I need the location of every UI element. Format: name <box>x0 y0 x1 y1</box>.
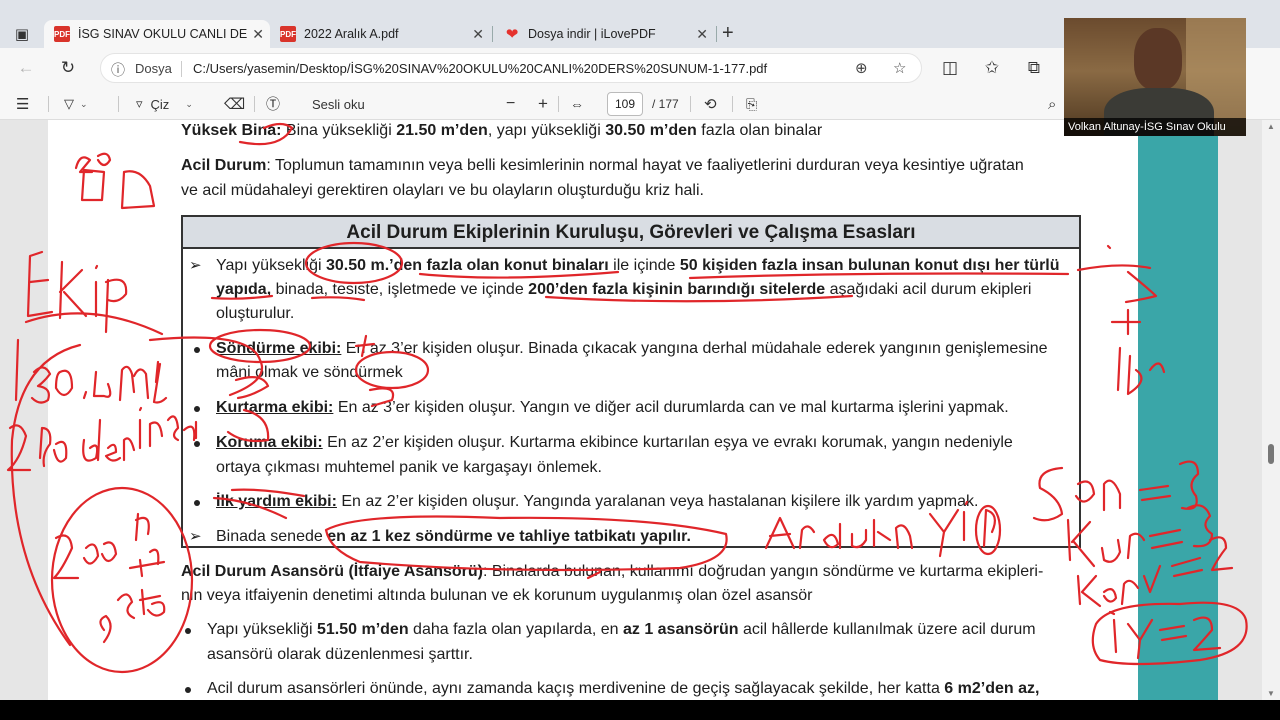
webcam-overlay: Volkan Altunay-İSG Sınav Okulu <box>1064 18 1246 136</box>
webcam-caption: Volkan Altunay-İSG Sınav Okulu <box>1064 118 1246 136</box>
presenter-head <box>1134 28 1182 90</box>
